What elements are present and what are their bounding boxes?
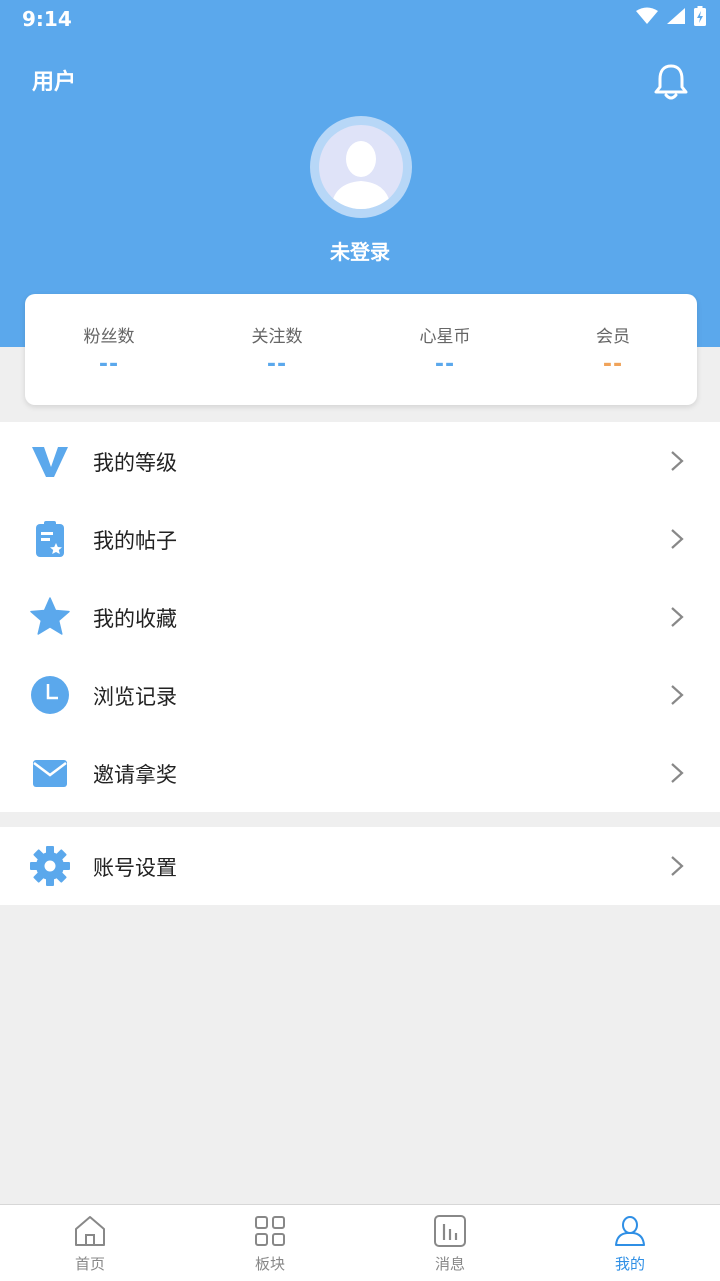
menu-item-label: 账号设置 xyxy=(93,856,177,880)
stat-value: -- xyxy=(602,352,624,377)
tab-messages[interactable]: 消息 xyxy=(360,1205,540,1281)
tab-sections[interactable]: 板块 xyxy=(180,1205,360,1281)
stat-label: 会员 xyxy=(596,327,630,347)
chart-icon xyxy=(434,1215,466,1247)
menu-item-label: 我的帖子 xyxy=(93,529,177,553)
stat-value: -- xyxy=(98,352,120,377)
chevron-right-icon xyxy=(671,856,684,876)
stat-coins[interactable]: 心星币 -- xyxy=(361,294,529,405)
battery-icon xyxy=(694,6,706,26)
menu-item-label: 邀请拿奖 xyxy=(93,763,177,787)
tab-label: 消息 xyxy=(434,1255,465,1273)
menu-item-history[interactable]: 浏览记录 xyxy=(0,656,720,734)
menu-list: 我的等级 我的帖子 我的收藏 浏览记录 邀请拿奖 xyxy=(0,422,720,812)
user-icon xyxy=(615,1216,645,1246)
tab-label: 首页 xyxy=(74,1255,105,1273)
menu-item-label: 我的等级 xyxy=(93,451,177,475)
clock-icon xyxy=(31,676,69,714)
gear-icon xyxy=(30,846,70,886)
stat-fans[interactable]: 粉丝数 -- xyxy=(25,294,193,405)
signal-icon xyxy=(667,8,685,24)
default-avatar-icon xyxy=(319,125,403,209)
status-time: 9:14 xyxy=(22,7,72,31)
clipboard-icon xyxy=(36,521,64,557)
star-icon xyxy=(30,597,70,635)
stat-value: -- xyxy=(434,352,456,377)
menu-item-account-settings[interactable]: 账号设置 xyxy=(0,827,720,905)
stat-following[interactable]: 关注数 -- xyxy=(193,294,361,405)
stat-label: 关注数 xyxy=(251,327,303,347)
mail-icon xyxy=(33,760,67,787)
username-label[interactable]: 未登录 xyxy=(0,236,720,265)
v-level-icon xyxy=(32,447,68,477)
chevron-right-icon xyxy=(671,529,684,549)
bell-icon[interactable] xyxy=(652,62,690,102)
tab-label: 我的 xyxy=(614,1255,645,1273)
tab-label: 板块 xyxy=(254,1255,285,1273)
grid-icon xyxy=(255,1216,285,1246)
chevron-right-icon xyxy=(671,451,684,471)
home-icon xyxy=(75,1216,105,1246)
menu-item-posts[interactable]: 我的帖子 xyxy=(0,500,720,578)
stats-card: 粉丝数 -- 关注数 -- 心星币 -- 会员 -- xyxy=(25,294,697,405)
stat-label: 粉丝数 xyxy=(83,327,135,347)
chevron-right-icon xyxy=(671,763,684,783)
menu-item-label: 浏览记录 xyxy=(93,685,177,709)
menu-item-invite[interactable]: 邀请拿奖 xyxy=(0,734,720,812)
status-bar: 9:14 xyxy=(0,0,720,36)
menu-item-label: 我的收藏 xyxy=(93,607,177,631)
status-icons xyxy=(636,6,706,26)
settings-group: 账号设置 xyxy=(0,827,720,905)
chevron-right-icon xyxy=(671,607,684,627)
tab-mine[interactable]: 我的 xyxy=(540,1205,720,1281)
page-title: 用户 xyxy=(32,70,77,95)
menu-item-favorites[interactable]: 我的收藏 xyxy=(0,578,720,656)
bottom-tab-bar: 首页 板块 消息 我的 xyxy=(0,1204,720,1281)
stat-value: -- xyxy=(266,352,288,377)
avatar[interactable] xyxy=(310,116,412,218)
wifi-icon xyxy=(636,7,658,24)
menu-item-level[interactable]: 我的等级 xyxy=(0,422,720,500)
tab-home[interactable]: 首页 xyxy=(0,1205,180,1281)
stat-membership[interactable]: 会员 -- xyxy=(529,294,697,405)
stat-label: 心星币 xyxy=(419,327,471,347)
chevron-right-icon xyxy=(671,685,684,705)
